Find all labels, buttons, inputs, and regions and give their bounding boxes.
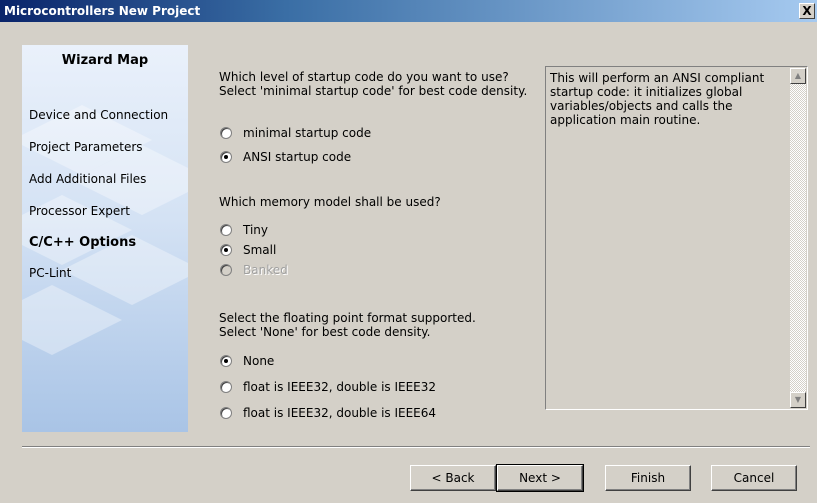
radio-label: Tiny	[243, 223, 269, 237]
wizard-step-add-additional-files[interactable]: Add Additional Files	[29, 172, 146, 186]
scroll-up-icon: ▲	[794, 71, 802, 80]
radio-minimal-startup[interactable]: minimal startup code	[220, 125, 371, 141]
radio-circle[interactable]	[220, 127, 232, 139]
wizard-step-project-parameters[interactable]: Project Parameters	[29, 140, 143, 154]
back-button[interactable]: < Back	[410, 465, 496, 491]
startup-question-line2: Select 'minimal startup code' for best c…	[219, 84, 528, 98]
description-scrollbar[interactable]: ▲ ▼	[790, 68, 806, 408]
radio-circle[interactable]	[220, 381, 232, 393]
cancel-button[interactable]: Cancel	[711, 465, 797, 491]
wizard-step-device-and-connection[interactable]: Device and Connection	[29, 108, 168, 122]
radio-fp-none[interactable]: None	[220, 353, 274, 369]
next-button[interactable]: Next >	[496, 464, 584, 492]
window-title: Microcontrollers New Project	[4, 4, 201, 18]
wizard-step-processor-expert[interactable]: Processor Expert	[29, 204, 130, 218]
wizard-step-cpp-options[interactable]: C/C++ Options	[29, 235, 136, 250]
radio-circle-checked[interactable]	[220, 355, 232, 367]
radio-small[interactable]: Small	[220, 242, 276, 258]
wizard-map-title: Wizard Map	[61, 53, 149, 68]
scroll-down-button[interactable]: ▼	[790, 392, 806, 408]
radio-circle-disabled	[220, 264, 232, 276]
title-bar: Microcontrollers New Project X	[0, 0, 817, 22]
radio-circle-checked[interactable]	[220, 151, 232, 163]
radio-label: ANSI startup code	[243, 150, 352, 164]
floating-point-question-line2: Select 'None' for best code density.	[219, 325, 431, 339]
close-button[interactable]: X	[799, 3, 815, 19]
radio-circle-checked[interactable]	[220, 244, 232, 256]
radio-label: minimal startup code	[243, 126, 372, 140]
wizard-step-pc-lint[interactable]: PC-Lint	[29, 266, 71, 280]
finish-button[interactable]: Finish	[605, 465, 691, 491]
radio-label: Banked	[243, 263, 288, 277]
startup-question: Which level of startup code do you want …	[219, 70, 527, 98]
description-text: This will perform an ANSI compliant star…	[550, 71, 765, 127]
radio-circle[interactable]	[220, 224, 232, 236]
radio-banked: Banked	[220, 262, 288, 278]
description-box: This will perform an ANSI compliant star…	[545, 66, 808, 410]
startup-question-line1: Which level of startup code do you want …	[219, 70, 509, 84]
memory-model-question: Which memory model shall be used?	[219, 195, 441, 209]
radio-label: float is IEEE32, double is IEEE64	[243, 406, 437, 420]
radio-tiny[interactable]: Tiny	[220, 222, 268, 238]
scroll-up-button[interactable]: ▲	[790, 68, 806, 84]
radio-circle[interactable]	[220, 407, 232, 419]
scroll-down-icon: ▼	[794, 395, 802, 404]
floating-point-question-line1: Select the floating point format support…	[219, 311, 476, 325]
radio-label: float is IEEE32, double is IEEE32	[243, 380, 437, 394]
radio-fp-ieee32-ieee32[interactable]: float is IEEE32, double is IEEE32	[220, 379, 436, 395]
radio-fp-ieee32-ieee64[interactable]: float is IEEE32, double is IEEE64	[220, 405, 436, 421]
radio-label: None	[243, 354, 275, 368]
wizard-map-panel: Wizard Map Device and Connection Project…	[22, 45, 188, 432]
radio-label: Small	[243, 243, 277, 257]
footer-separator	[22, 446, 810, 448]
floating-point-question: Select the floating point format support…	[219, 311, 476, 339]
radio-ansi-startup[interactable]: ANSI startup code	[220, 149, 351, 165]
close-icon: X	[802, 4, 812, 18]
